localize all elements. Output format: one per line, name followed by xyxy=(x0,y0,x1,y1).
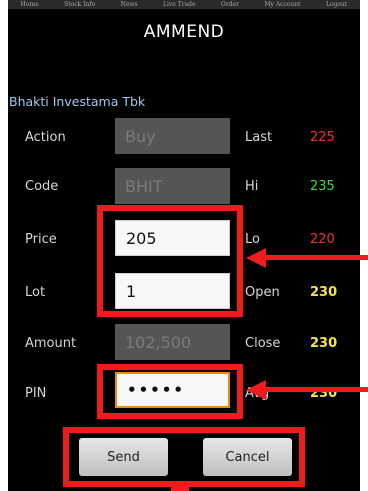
lo-label: Lo xyxy=(245,232,260,247)
last-value: 225 xyxy=(310,130,335,145)
close-value: 230 xyxy=(310,336,338,351)
nav-logout[interactable]: Logout xyxy=(326,0,347,9)
buttons-highlight-box xyxy=(63,427,305,487)
close-label: Close xyxy=(245,336,281,351)
nav-news[interactable]: News xyxy=(121,0,138,9)
nav-stock-info[interactable]: Stock Info xyxy=(64,0,95,9)
buttons-annotation-pointer xyxy=(171,482,189,491)
lot-label: Lot xyxy=(25,285,46,300)
nav-my-account[interactable]: My Account xyxy=(264,0,300,9)
last-label: Last xyxy=(245,130,273,145)
pin-label: PIN xyxy=(25,386,47,401)
action-field: Buy xyxy=(115,118,230,154)
nav-order[interactable]: Order xyxy=(221,0,239,9)
page-title: AMMEND xyxy=(143,22,225,42)
nav-live-trade[interactable]: Live Trade xyxy=(163,0,196,9)
amount-label: Amount xyxy=(25,336,77,351)
company-name: Bhakti Investama Tbk xyxy=(9,94,146,109)
hi-label: Hi xyxy=(245,179,259,194)
top-nav: Home Stock Info News Live Trade Order My… xyxy=(8,0,360,9)
action-label: Action xyxy=(25,130,66,145)
open-value: 230 xyxy=(310,285,338,300)
price-lot-highlight-box xyxy=(97,205,243,317)
hi-value: 235 xyxy=(310,179,335,194)
lo-value: 220 xyxy=(310,232,335,247)
pin-highlight-box xyxy=(97,364,243,419)
price-label: Price xyxy=(25,232,57,247)
nav-home[interactable]: Home xyxy=(21,0,39,9)
code-field: BHIT xyxy=(115,168,230,204)
amount-field: 102,500 xyxy=(115,324,230,360)
open-label: Open xyxy=(245,285,280,300)
code-label: Code xyxy=(25,179,59,194)
